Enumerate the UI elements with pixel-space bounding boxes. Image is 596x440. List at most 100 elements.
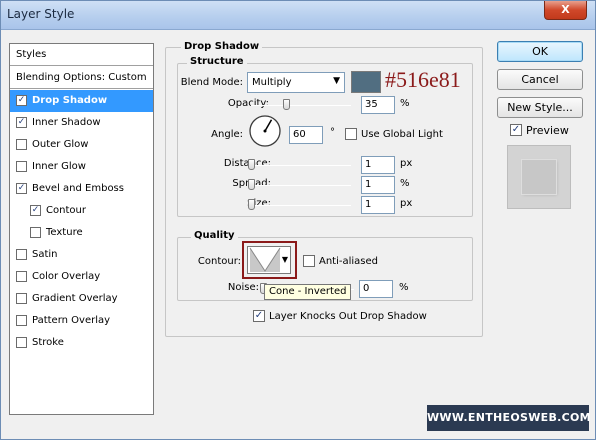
opacity-slider-thumb[interactable] (283, 99, 290, 110)
distance-slider-thumb[interactable] (248, 159, 255, 170)
opacity-slider-track[interactable] (251, 105, 351, 106)
quality-title: Quality (191, 230, 238, 241)
bevel-emboss-checkbox[interactable]: ✓ (16, 183, 27, 194)
blending-options-item[interactable]: Blending Options: Custom (10, 67, 153, 89)
style-item-label: Outer Glow (32, 139, 89, 150)
style-item-label: Pattern Overlay (32, 315, 111, 326)
style-preview-thumbnail (507, 145, 571, 209)
drop-shadow-checkbox[interactable]: ✓ (16, 95, 27, 106)
spread-slider-thumb[interactable] (248, 179, 255, 190)
anti-aliased-checkbox[interactable] (303, 255, 315, 267)
style-item-label: Inner Glow (32, 161, 86, 172)
opacity-label: Opacity: (227, 98, 269, 109)
style-item-inner-glow[interactable]: Inner Glow (10, 156, 153, 178)
style-item-label: Bevel and Emboss (32, 183, 124, 194)
style-item-texture[interactable]: Texture (10, 222, 153, 244)
style-item-gradient-overlay[interactable]: Gradient Overlay (10, 288, 153, 310)
cone-inverted-icon (249, 247, 281, 272)
shadow-color-swatch[interactable] (351, 71, 381, 93)
size-slider-thumb[interactable] (248, 199, 255, 210)
style-item-label: Satin (32, 249, 58, 260)
noise-label: Noise: (227, 282, 259, 293)
style-item-outer-glow[interactable]: Outer Glow (10, 134, 153, 156)
new-style-button[interactable]: New Style... (497, 97, 583, 118)
style-item-label: Texture (46, 227, 83, 238)
dialog-body: Styles Blending Options: Custom ✓ Drop S… (1, 31, 595, 439)
opacity-input[interactable]: 35 (361, 96, 395, 114)
style-item-drop-shadow[interactable]: ✓ Drop Shadow (10, 90, 153, 112)
use-global-light-label: Use Global Light (361, 129, 443, 140)
close-button[interactable]: X (544, 1, 587, 20)
blend-mode-label: Blend Mode: (180, 77, 243, 88)
blend-mode-value: Multiply (252, 77, 292, 88)
spread-input[interactable]: 1 (361, 176, 395, 194)
dialog-title: Layer Style (7, 7, 75, 21)
distance-unit: px (400, 158, 413, 169)
styles-list: Styles Blending Options: Custom ✓ Drop S… (9, 43, 154, 415)
style-item-label: Contour (46, 205, 86, 216)
style-item-label: Stroke (32, 337, 64, 348)
style-item-contour[interactable]: ✓ Contour (10, 200, 153, 222)
cancel-button[interactable]: Cancel (497, 69, 583, 90)
stroke-checkbox[interactable] (16, 337, 27, 348)
contour-checkbox[interactable]: ✓ (30, 205, 41, 216)
ok-button[interactable]: OK (497, 41, 583, 62)
layer-knocks-out-checkbox[interactable]: ✓ (253, 310, 265, 322)
angle-input[interactable]: 60 (289, 126, 323, 144)
layer-knocks-out-label: Layer Knocks Out Drop Shadow (269, 311, 427, 322)
gradient-overlay-checkbox[interactable] (16, 293, 27, 304)
size-label: Size: (247, 198, 271, 209)
noise-input[interactable]: 0 (359, 280, 393, 298)
chevron-down-icon: ▼ (333, 76, 340, 86)
angle-unit: ° (330, 127, 335, 138)
opacity-unit: % (400, 98, 410, 109)
texture-checkbox[interactable] (30, 227, 41, 238)
contour-label: Contour: (197, 256, 241, 267)
spread-label: Spread: (177, 178, 271, 189)
blend-mode-select[interactable]: Multiply ▼ (247, 72, 345, 93)
spread-unit: % (400, 178, 410, 189)
preview-swatch (522, 160, 556, 194)
preview-label: Preview (526, 124, 569, 137)
size-slider-track[interactable] (251, 205, 351, 206)
inner-glow-checkbox[interactable] (16, 161, 27, 172)
color-annotation: #516e81 (385, 67, 461, 92)
size-unit: px (400, 198, 413, 209)
color-overlay-checkbox[interactable] (16, 271, 27, 282)
distance-label: Distance: (177, 158, 271, 169)
contour-picker[interactable]: ▼ (247, 246, 291, 274)
inner-shadow-checkbox[interactable]: ✓ (16, 117, 27, 128)
preview-checkbox[interactable]: ✓ (510, 124, 522, 136)
style-item-stroke[interactable]: Stroke (10, 332, 153, 354)
drop-shadow-title: Drop Shadow (181, 41, 263, 52)
angle-label: Angle: (211, 129, 243, 140)
style-item-bevel-emboss[interactable]: ✓ Bevel and Emboss (10, 178, 153, 200)
style-item-pattern-overlay[interactable]: Pattern Overlay (10, 310, 153, 332)
style-item-satin[interactable]: Satin (10, 244, 153, 266)
distance-input[interactable]: 1 (361, 156, 395, 174)
size-input[interactable]: 1 (361, 196, 395, 214)
anti-aliased-label: Anti-aliased (319, 256, 379, 267)
style-item-label: Gradient Overlay (32, 293, 118, 304)
spread-slider-track[interactable] (251, 185, 351, 186)
noise-unit: % (399, 282, 409, 293)
pattern-overlay-checkbox[interactable] (16, 315, 27, 326)
style-item-label: Drop Shadow (32, 95, 108, 106)
angle-dial-icon (249, 115, 281, 147)
use-global-light-checkbox[interactable] (345, 128, 357, 140)
chevron-down-icon: ▼ (281, 255, 288, 264)
style-item-label: Inner Shadow (32, 117, 101, 128)
outer-glow-checkbox[interactable] (16, 139, 27, 150)
style-item-label: Color Overlay (32, 271, 101, 282)
layer-style-dialog: Layer Style X Styles Blending Options: C… (0, 0, 596, 440)
structure-title: Structure (187, 56, 247, 67)
watermark-badge: WWW.ENTHEOSWEB.COM (427, 405, 591, 431)
contour-tooltip: Cone - Inverted (264, 284, 352, 300)
angle-dial[interactable] (248, 114, 282, 148)
title-bar: Layer Style X (1, 1, 595, 30)
satin-checkbox[interactable] (16, 249, 27, 260)
distance-slider-track[interactable] (251, 165, 351, 166)
styles-header[interactable]: Styles (10, 44, 153, 66)
style-item-inner-shadow[interactable]: ✓ Inner Shadow (10, 112, 153, 134)
style-item-color-overlay[interactable]: Color Overlay (10, 266, 153, 288)
